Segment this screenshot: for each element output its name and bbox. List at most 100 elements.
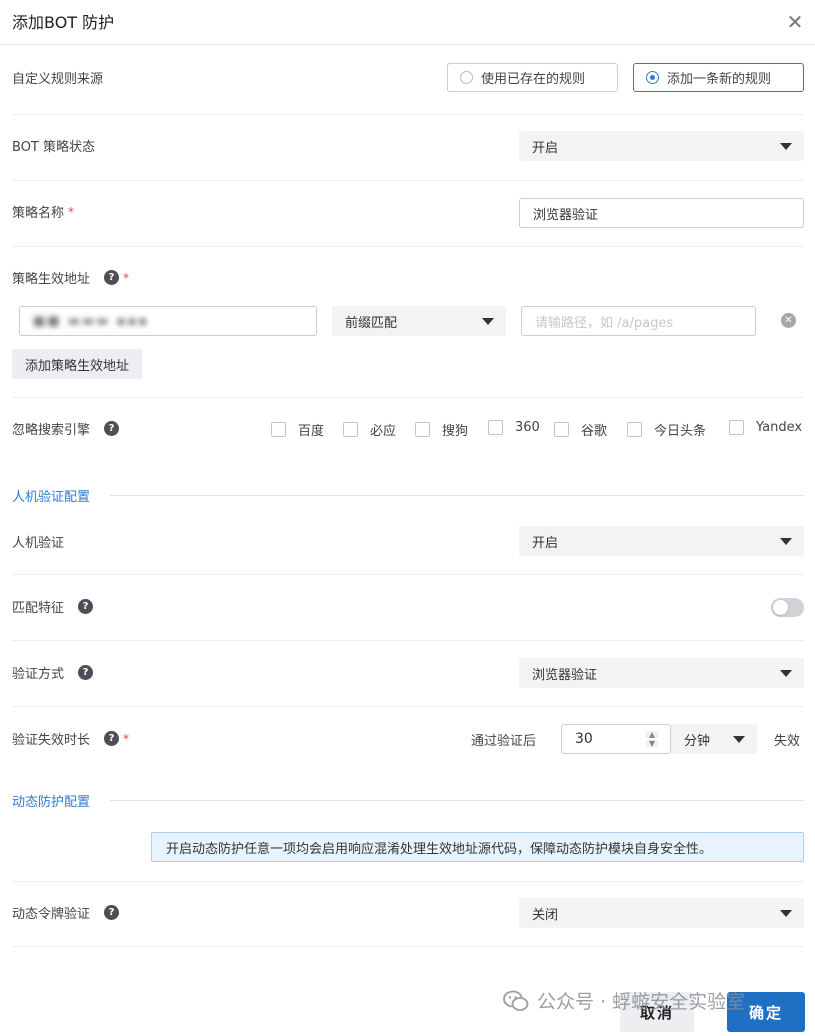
engine-label: 今日头条 <box>654 424 707 439</box>
wechat-icon <box>503 990 529 1011</box>
radio-existing-rule-label: 使用已存在的规则 <box>481 72 586 87</box>
captcha-section-title: 人机验证配置 <box>12 490 91 505</box>
checkbox-icon <box>343 422 358 437</box>
match-type-select[interactable]: 前缀匹配 <box>332 306 506 336</box>
question-icon[interactable]: ? <box>78 599 94 614</box>
captcha-value: 开启 <box>532 535 559 551</box>
engine-label: 搜狗 <box>442 424 469 439</box>
engine-label: Yandex <box>756 420 803 435</box>
expiry-label: 验证失效时长 ? * <box>12 729 129 748</box>
checkbox-icon <box>488 420 503 435</box>
policy-name-row: 策略名称 * 浏览器验证 <box>12 181 804 247</box>
section-divider <box>110 800 804 801</box>
add-address-button-label: 添加策略生效地址 <box>25 358 130 374</box>
token-verify-row: 动态令牌验证 ? 关闭 <box>12 881 804 947</box>
path-placeholder: 请输路径，如 /a/pages <box>535 315 674 331</box>
token-verify-label-text: 动态令牌验证 <box>12 907 91 922</box>
engine-checkbox-bing[interactable]: 必应 <box>343 420 396 439</box>
chevron-down-icon <box>780 538 792 545</box>
add-address-button[interactable]: 添加策略生效地址 <box>12 349 143 379</box>
engine-checkbox-sogou[interactable]: 搜狗 <box>415 420 468 439</box>
checkbox-icon <box>415 422 430 437</box>
engine-checkbox-toutiao[interactable]: 今日头条 <box>627 420 706 439</box>
radio-circle-icon <box>460 71 473 84</box>
checkbox-icon <box>729 420 744 435</box>
token-verify-value: 关闭 <box>532 907 559 923</box>
policy-name-label: 策略名称 * <box>12 202 75 222</box>
checkbox-icon <box>271 422 286 437</box>
radio-selected-icon <box>646 71 659 84</box>
policy-name-value: 浏览器验证 <box>533 207 599 223</box>
expiry-suffix: 失效 <box>774 734 801 749</box>
dynamic-section-title: 动态防护配置 <box>12 795 91 810</box>
dialog-header: 添加BOT 防护 ✕ <box>0 0 815 45</box>
token-verify-select[interactable]: 关闭 <box>519 898 804 928</box>
captcha-label: 人机验证 <box>12 532 64 551</box>
required-mark: * <box>123 270 130 285</box>
checkbox-icon <box>627 422 642 437</box>
policy-status-select[interactable]: 开启 <box>519 131 804 161</box>
ignore-engines-label: 忽略搜索引擎 ? <box>12 419 120 438</box>
policy-status-label-text: BOT 策略状态 <box>12 140 95 155</box>
domain-input[interactable]: ■■ ▬▬▬ ▪▪▪ <box>19 306 317 336</box>
policy-name-label-text: 策略名称 <box>12 206 65 221</box>
section-divider <box>110 495 804 496</box>
token-verify-label: 动态令牌验证 ? <box>12 903 120 922</box>
number-stepper[interactable]: ▲ ▼ <box>646 731 658 748</box>
engine-checkbox-google[interactable]: 谷歌 <box>554 420 607 439</box>
captcha-select[interactable]: 开启 <box>519 526 804 556</box>
ignore-engines-label-text: 忽略搜索引擎 <box>12 423 91 438</box>
rule-source-row: 自定义规则来源 使用已存在的规则 添加一条新的规则 <box>12 46 804 115</box>
question-icon[interactable]: ? <box>104 731 120 746</box>
rule-source-label: 自定义规则来源 <box>12 68 103 87</box>
expiry-unit-select[interactable]: 分钟 <box>671 724 757 754</box>
match-features-label: 匹配特征 ? <box>12 597 94 616</box>
captcha-row: 人机验证 开启 <box>12 508 804 575</box>
toggle-knob <box>773 600 788 615</box>
radio-new-rule-label: 添加一条新的规则 <box>667 72 772 87</box>
effective-address-label: 策略生效地址 ? * <box>12 268 129 287</box>
chevron-down-icon <box>780 910 792 917</box>
question-icon[interactable]: ? <box>104 421 120 436</box>
dynamic-notice-banner: 开启动态防护任意一项均会启用响应混淆处理生效地址源代码，保障动态防护模块自身安全… <box>151 832 804 862</box>
close-icon[interactable]: ✕ <box>785 12 805 32</box>
match-features-row: 匹配特征 ? <box>12 575 804 641</box>
rule-source-label-text: 自定义规则来源 <box>12 72 104 87</box>
expiry-value: 30 <box>575 731 593 747</box>
expiry-number-input[interactable]: 30 ▲ ▼ <box>561 724 671 754</box>
engine-label: 谷歌 <box>581 424 608 439</box>
match-features-toggle[interactable] <box>771 598 804 617</box>
question-icon[interactable]: ? <box>104 905 120 920</box>
ignore-engines-row: 忽略搜索引擎 ? 百度 必应 搜狗 360 谷歌 今日头条 Yandex <box>12 398 804 460</box>
required-mark: * <box>68 204 75 219</box>
verify-method-label-text: 验证方式 <box>12 667 65 682</box>
effective-address-label-text: 策略生效地址 <box>12 272 91 287</box>
engine-label: 百度 <box>298 424 325 439</box>
policy-name-input[interactable]: 浏览器验证 <box>519 198 804 228</box>
checkbox-icon <box>554 422 569 437</box>
expiry-unit-value: 分钟 <box>684 733 711 749</box>
watermark: 公众号 · 蜉蝣安全实验室 <box>503 987 745 1014</box>
engine-checkbox-360[interactable]: 360 <box>488 420 540 435</box>
policy-status-row: BOT 策略状态 开启 <box>12 115 804 181</box>
dialog-title: 添加BOT 防护 <box>12 13 115 32</box>
engine-label: 必应 <box>370 424 397 439</box>
match-type-value: 前缀匹配 <box>345 315 398 331</box>
question-icon[interactable]: ? <box>78 665 94 680</box>
engine-checkbox-baidu[interactable]: 百度 <box>271 420 324 439</box>
policy-status-label: BOT 策略状态 <box>12 136 95 155</box>
remove-circle-icon[interactable]: ✕ <box>781 313 796 328</box>
verify-method-select[interactable]: 浏览器验证 <box>519 658 804 688</box>
radio-existing-rule[interactable]: 使用已存在的规则 <box>447 63 618 92</box>
chevron-down-icon <box>780 143 792 150</box>
expiry-label-text: 验证失效时长 <box>12 733 91 748</box>
question-icon[interactable]: ? <box>104 270 120 285</box>
chevron-down-icon[interactable]: ▼ <box>646 740 658 748</box>
path-input[interactable]: 请输路径，如 /a/pages <box>521 306 756 336</box>
engine-checkbox-yandex[interactable]: Yandex <box>729 420 802 435</box>
radio-new-rule[interactable]: 添加一条新的规则 <box>633 63 804 92</box>
match-features-label-text: 匹配特征 <box>12 601 65 616</box>
chevron-up-icon[interactable]: ▲ <box>646 731 658 739</box>
required-mark: * <box>123 731 130 746</box>
verify-method-label: 验证方式 ? <box>12 663 94 682</box>
